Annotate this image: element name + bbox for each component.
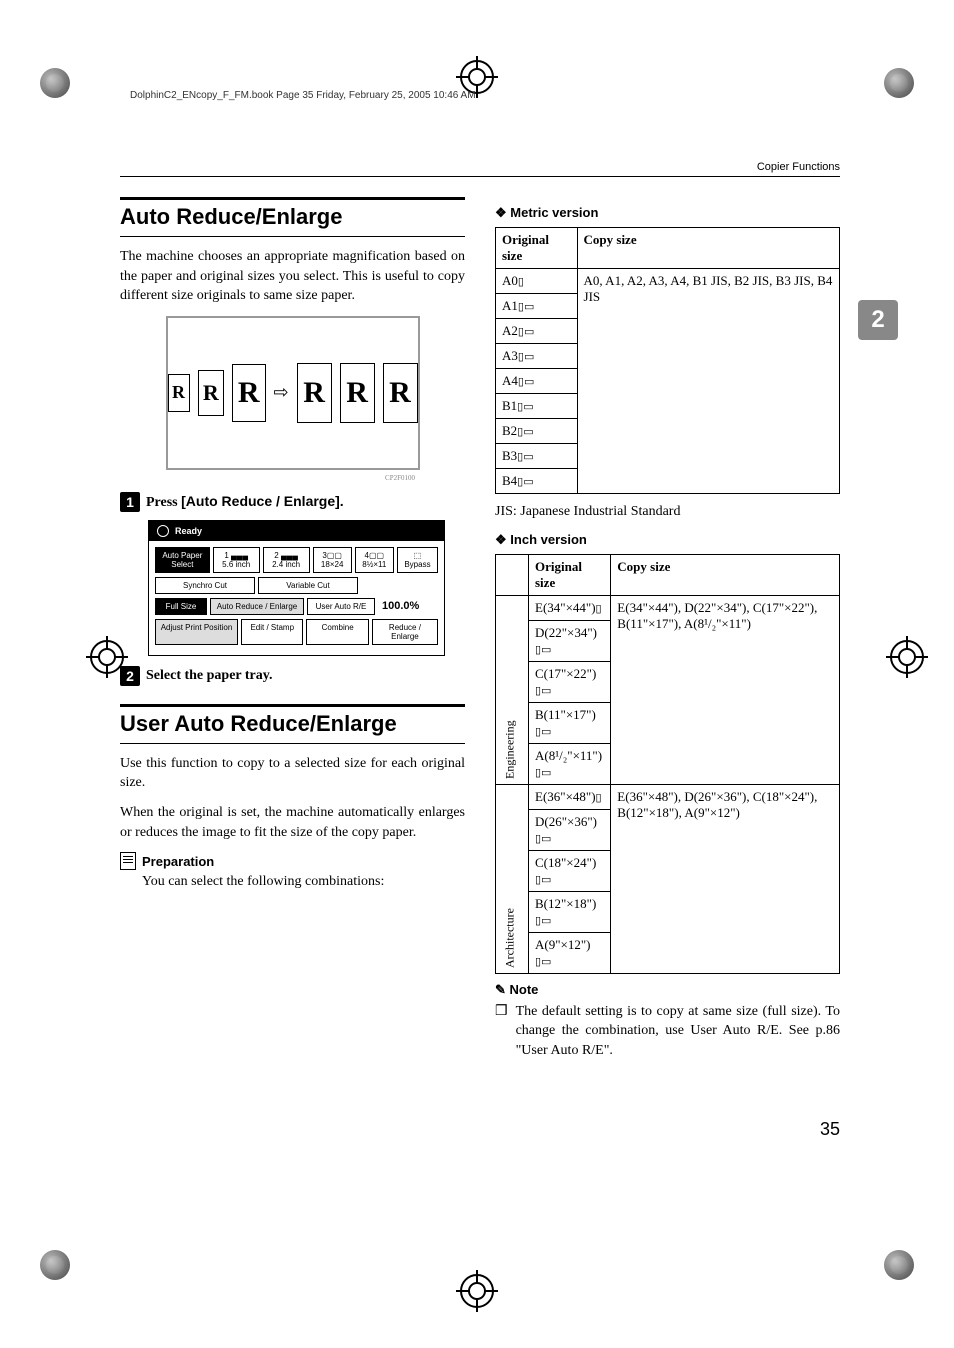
table-cell: A(8¹/₂"×11")▯▭: [529, 743, 611, 784]
note-heading: Note: [495, 982, 840, 998]
metric-version-table: Original size Copy size A0▯ A0, A1, A2, …: [495, 227, 840, 494]
step-2-icon: 2: [120, 666, 140, 686]
bypass-button[interactable]: ⬚Bypass: [397, 547, 438, 573]
corner-dot: [40, 68, 70, 98]
auto-reduce-enlarge-button[interactable]: Auto Reduce / Enlarge: [210, 598, 304, 615]
table-cell: E(34"×44")▯: [529, 595, 611, 620]
combine-button[interactable]: Combine: [306, 619, 368, 645]
user-auto-re-button[interactable]: User Auto R/E: [307, 598, 375, 615]
inch-version-table: Original size Copy size Engineering E(34…: [495, 554, 840, 974]
zoom-percent: 100.0%: [382, 600, 419, 612]
adjust-print-position-button[interactable]: Adjust Print Position: [155, 619, 238, 645]
variable-cut-button[interactable]: Variable Cut: [258, 577, 358, 594]
page-number: 35: [820, 1119, 840, 1140]
inch-version-heading: Inch version: [495, 532, 840, 548]
diagram-sheet: R: [232, 364, 266, 422]
preparation-icon: [120, 852, 136, 870]
step-1-icon: 1: [120, 492, 140, 512]
diagram-sheet: R: [198, 370, 224, 416]
step-2-text: Select the paper tray.: [146, 668, 273, 684]
corner-dot: [884, 68, 914, 98]
table-cell: B3▯▭: [496, 444, 578, 469]
table-cell: A4▯▭: [496, 369, 578, 394]
table-cell: E(36"×48"), D(26"×36"), C(18"×24"), B(12…: [611, 784, 840, 973]
body-text: The machine chooses an appropriate magni…: [120, 247, 465, 306]
tray-1-button[interactable]: 1 ▄▄▄5.6 inch: [213, 547, 260, 573]
table-cell: A2▯▭: [496, 319, 578, 344]
auto-paper-select-button[interactable]: Auto Paper Select: [155, 547, 210, 573]
step-1-text: Press [Auto Reduce / Enlarge].: [146, 493, 344, 511]
registration-mark-icon: [90, 640, 124, 674]
control-panel-screenshot: Ready Auto Paper Select 1 ▄▄▄5.6 inch 2 …: [148, 520, 445, 656]
registration-mark-icon: [460, 1274, 494, 1308]
table-cell: C(18"×24")▯▭: [529, 850, 611, 891]
table-header: Original size: [496, 228, 578, 269]
tray-2-button[interactable]: 2 ▄▄▄2.4 inch: [263, 547, 310, 573]
body-text: Use this function to copy to a selected …: [120, 754, 465, 793]
book-header: DolphinC2_ENcopy_F_FM.book Page 35 Frida…: [130, 90, 840, 101]
body-text: When the original is set, the machine au…: [120, 803, 465, 842]
note-body: The default setting is to copy at same s…: [516, 1002, 840, 1061]
table-cell: B1▯▭: [496, 394, 578, 419]
table-cell: B2▯▭: [496, 419, 578, 444]
table-cell: B(11"×17")▯▭: [529, 702, 611, 743]
table-cell: D(22"×34")▯▭: [529, 620, 611, 661]
table-cell: B(12"×18")▯▭: [529, 891, 611, 932]
table-header: Copy size: [577, 228, 839, 269]
table-cell: A3▯▭: [496, 344, 578, 369]
diagram-sheet: R: [383, 363, 418, 423]
reduce-enlarge-diagram: R R R ⇨ R R R: [166, 316, 420, 470]
arrow-right-icon: ⇨: [274, 382, 289, 403]
jis-note: JIS: Japanese Industrial Standard: [495, 502, 840, 522]
tray-4-button[interactable]: 4▢▢8½×11: [355, 547, 394, 573]
table-cell: C(17"×22")▯▭: [529, 661, 611, 702]
bullet-icon: ❒: [495, 1002, 508, 1061]
table-cell: A(9"×12") ▯▭: [529, 932, 611, 973]
tray-3-button[interactable]: 3▢▢18×24: [313, 547, 352, 573]
section-title-auto-reduce-enlarge: Auto Reduce/Enlarge: [120, 204, 465, 237]
table-cell: A1▯▭: [496, 294, 578, 319]
full-size-button[interactable]: Full Size: [155, 598, 207, 615]
body-text: You can select the following combination…: [142, 872, 465, 892]
table-header: Original size: [529, 554, 611, 595]
reduce-enlarge-button[interactable]: Reduce / Enlarge: [372, 619, 438, 645]
diagram-sheet: R: [340, 363, 375, 423]
diagram-code: CP2F0100: [120, 474, 415, 482]
synchro-cut-button[interactable]: Synchro Cut: [155, 577, 255, 594]
architecture-label: Architecture: [496, 784, 529, 973]
corner-dot: [40, 1250, 70, 1280]
table-cell: D(26"×36")▯▭: [529, 809, 611, 850]
diagram-sheet: R: [297, 363, 332, 423]
engineering-label: Engineering: [496, 595, 529, 784]
table-cell: A0, A1, A2, A3, A4, B1 JIS, B2 JIS, B3 J…: [577, 269, 839, 494]
registration-mark-icon: [890, 640, 924, 674]
table-cell: E(34"×44"), D(22"×34"), C(17"×22"), B(11…: [611, 595, 840, 784]
preparation-heading: Preparation: [142, 854, 214, 869]
corner-dot: [884, 1250, 914, 1280]
metric-version-heading: Metric version: [495, 205, 840, 221]
chapter-tab: 2: [858, 300, 898, 340]
section-title-user-auto-reduce-enlarge: User Auto Reduce/Enlarge: [120, 711, 465, 744]
table-header: Copy size: [611, 554, 840, 595]
table-cell: E(36"×48")▯: [529, 784, 611, 809]
running-head: Copier Functions: [120, 161, 840, 177]
diagram-sheet: R: [168, 374, 190, 412]
table-cell: B4▯▭: [496, 469, 578, 494]
registration-mark-icon: [460, 60, 494, 94]
table-cell: A0▯: [496, 269, 578, 294]
edit-stamp-button[interactable]: Edit / Stamp: [241, 619, 303, 645]
